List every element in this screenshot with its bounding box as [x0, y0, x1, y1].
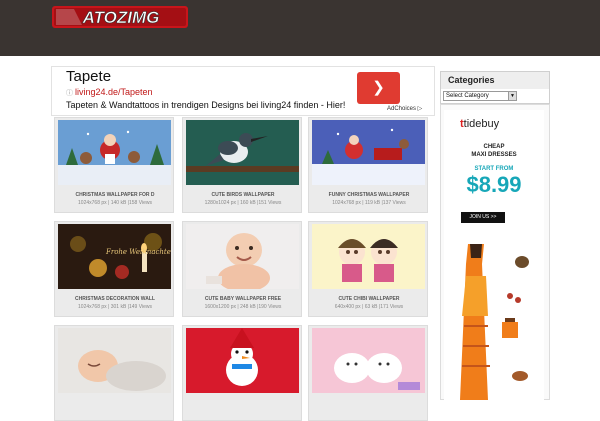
ad-url[interactable]: living24.de/Tapeten: [75, 87, 153, 97]
wallpaper-thumbnail[interactable]: [312, 328, 425, 393]
wallpaper-thumbnail[interactable]: [58, 328, 171, 393]
wallpaper-meta: 1600x1200 px | 248 kB |190 Views: [204, 304, 282, 310]
wallpaper-title[interactable]: CHRISTMAS WALLPAPER FOR D: [55, 192, 175, 198]
wallpaper-thumbnail[interactable]: [312, 224, 425, 289]
wallpaper-meta: 1024x768 px | 140 kB |158 Views: [78, 200, 152, 206]
wallpaper-card[interactable]: [182, 325, 302, 421]
wallpaper-title[interactable]: CUTE CHIBI WALLPAPER: [309, 296, 429, 302]
wallpaper-meta: 1024x768 px | 119 kB |137 Views: [332, 200, 406, 206]
wallpaper-meta: 1280x1024 px | 160 kB |151 Views: [204, 200, 282, 206]
banner-price: $8.99: [466, 172, 522, 197]
dress-product-image[interactable]: [444, 236, 544, 400]
ad-open-button[interactable]: ❯: [357, 72, 400, 104]
banner-brand: tidebuy: [463, 118, 500, 130]
text-ad[interactable]: Tapete ⓘ living24.de/Tapeten Tapeten & Wa…: [51, 66, 435, 116]
wallpaper-meta: 640x400 px | 63 kB |171 Views: [334, 304, 404, 310]
chevron-right-icon: ❯: [372, 79, 385, 96]
wallpaper-card[interactable]: CHRISTMAS WALLPAPER FOR D 1024x768 px | …: [54, 117, 174, 213]
chevron-down-icon[interactable]: ▼: [508, 92, 516, 100]
wallpaper-card[interactable]: FUNNY CHRISTMAS WALLPAPER 1024x768 px | …: [308, 117, 428, 213]
wallpaper-title[interactable]: CUTE BABY WALLPAPER FREE: [183, 296, 303, 302]
wallpaper-meta: 1024x768 px | 301 kB |149 Views: [78, 304, 152, 310]
ad-title[interactable]: Tapete: [66, 68, 111, 85]
banner-line-maxi: MAXI DRESSES: [471, 152, 517, 158]
wallpaper-grid: CHRISTMAS WALLPAPER FOR D 1024x768 px | …: [54, 117, 434, 421]
wallpaper-card[interactable]: CUTE BIRDS WALLPAPER 1280x1024 px | 160 …: [182, 117, 302, 213]
site-logo[interactable]: ATOZIMG: [52, 5, 190, 29]
category-select-value: Select Category: [446, 93, 489, 99]
banner-line-cheap: CHEAP: [483, 144, 505, 150]
wallpaper-thumbnail[interactable]: [58, 120, 171, 185]
ad-url-row[interactable]: ⓘ living24.de/Tapeten: [66, 87, 153, 98]
wallpaper-title[interactable]: CUTE BIRDS WALLPAPER: [183, 192, 303, 198]
site-header: ATOZIMG: [0, 0, 600, 56]
wallpaper-card[interactable]: [308, 325, 428, 421]
category-select[interactable]: Select Category ▼: [443, 91, 517, 101]
categories-title: Categories: [441, 72, 549, 89]
wallpaper-thumbnail[interactable]: Frohe Weihnachten: [58, 224, 171, 289]
wallpaper-thumbnail[interactable]: [186, 224, 299, 289]
banner-ad[interactable]: ttidebuy CHEAP MAXI DRESSES START FROM $…: [444, 110, 544, 400]
svg-text:ATOZIMG: ATOZIMG: [82, 8, 160, 27]
ad-description: Tapeten & Wandtattoos in trendigen Desig…: [66, 100, 346, 110]
adchoices-label[interactable]: AdChoices ▷: [387, 105, 422, 112]
wallpaper-card[interactable]: [54, 325, 174, 421]
categories-widget: Categories Select Category ▼: [440, 71, 550, 104]
wallpaper-card[interactable]: CUTE CHIBI WALLPAPER 640x400 px | 63 kB …: [308, 221, 428, 317]
wallpaper-thumbnail[interactable]: [186, 120, 299, 185]
wallpaper-title[interactable]: CHRISTMAS DECORATION WALL: [55, 296, 175, 302]
ad-info-icon: ⓘ: [66, 90, 73, 97]
wallpaper-thumbnail[interactable]: [186, 328, 299, 393]
banner-brand-logo: ttidebuy: [460, 118, 500, 130]
wallpaper-title[interactable]: FUNNY CHRISTMAS WALLPAPER: [309, 192, 429, 198]
wallpaper-card[interactable]: Frohe Weihnachten CHRISTMAS DECORATION W…: [54, 221, 174, 317]
svg-text:Frohe Weihnachten: Frohe Weihnachten: [105, 248, 171, 256]
wallpaper-card[interactable]: CUTE BABY WALLPAPER FREE 1600x1200 px | …: [182, 221, 302, 317]
wallpaper-thumbnail[interactable]: [312, 120, 425, 185]
join-us-button[interactable]: JOIN US >>: [461, 212, 505, 223]
